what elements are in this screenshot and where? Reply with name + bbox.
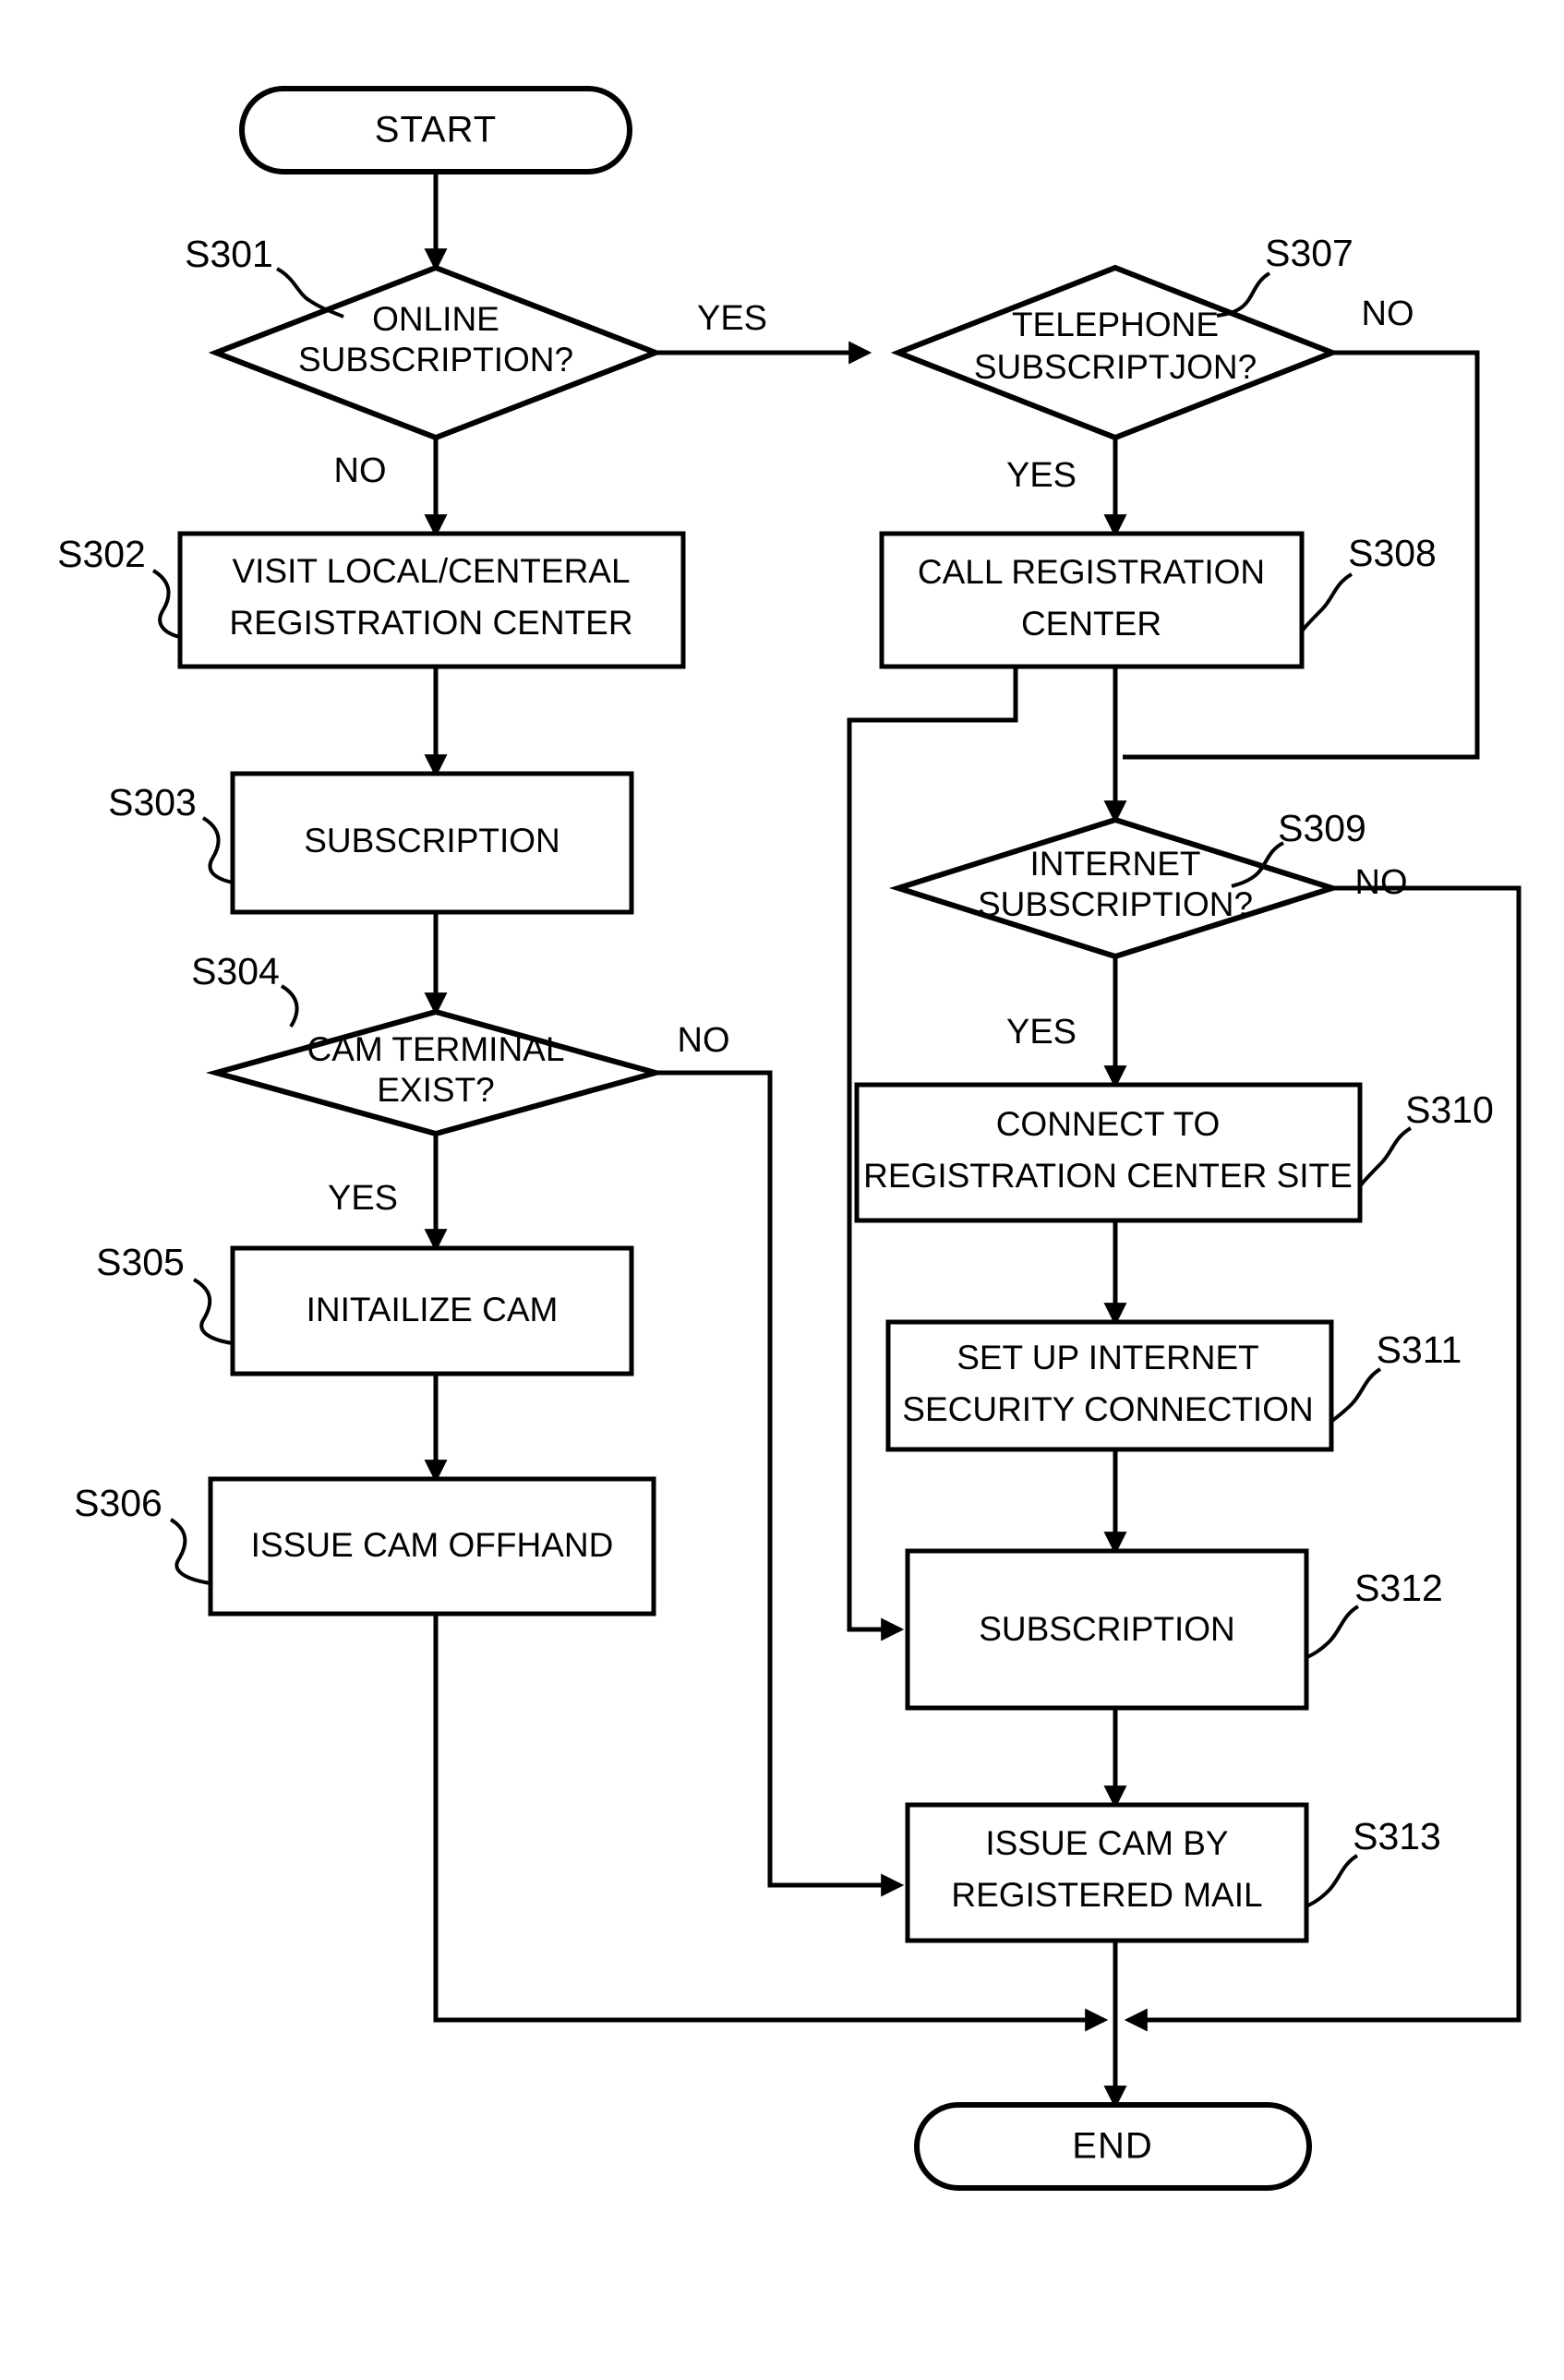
s312-leader-line xyxy=(1306,1605,1360,1659)
node-s305: INITAILIZE CAM S305 xyxy=(96,1241,634,1376)
s307-step-id: S307 xyxy=(1265,232,1353,274)
s306-step-id: S306 xyxy=(74,1482,162,1524)
edge-label-s301-no: NO xyxy=(334,451,387,490)
node-s309: INTERNET SUBSCRIPTION? S309 xyxy=(889,807,1366,960)
s311-label-line1: SET UP INTERNET xyxy=(956,1339,1259,1376)
edge-label-s304-no: NO xyxy=(678,1021,730,1060)
s312-step-id: S312 xyxy=(1354,1567,1443,1609)
s313-label-line1: ISSUE CAM BY xyxy=(985,1824,1228,1862)
node-end: END xyxy=(914,2102,1312,2191)
s308-label-line1: CALL REGISTRATION xyxy=(918,553,1265,591)
s305-label-line1: INITAILIZE CAM xyxy=(307,1291,559,1328)
s303-step-id: S303 xyxy=(108,781,197,823)
node-s304: CAM TERMINAL EXIST? S304 xyxy=(191,950,667,1137)
s313-leader-line xyxy=(1305,1854,1359,1908)
s311-label-line2: SECURITY CONNECTION xyxy=(902,1390,1313,1428)
node-s307: TELEPHONE SUBSCRIPTJON? S307 xyxy=(890,232,1353,441)
s304-step-id: S304 xyxy=(191,950,280,992)
s307-label-line1: TELEPHONE xyxy=(1012,306,1219,343)
s308-leader-line xyxy=(1300,572,1353,633)
s302-step-id: S302 xyxy=(57,533,146,575)
s309-label-line2: SUBSCRIPTION? xyxy=(978,885,1253,923)
node-s313: ISSUE CAM BY REGISTERED MAIL S313 xyxy=(905,1802,1441,1943)
node-s303: SUBSCRIPTION S303 xyxy=(108,771,634,915)
s302-leader-line xyxy=(151,569,181,639)
s309-step-id: S309 xyxy=(1278,807,1366,849)
s302-label-line1: VISIT LOCAL/CENTERAL xyxy=(232,552,630,590)
s308-step-id: S308 xyxy=(1348,532,1437,574)
node-s308: CALL REGISTRATION CENTER S308 xyxy=(879,531,1437,669)
s301-label-line2: SUBSCRIPTION? xyxy=(298,341,573,379)
node-start: START xyxy=(239,86,632,174)
s309-label-line1: INTERNET xyxy=(1030,845,1201,883)
flowchart-canvas: START ONLINE SUBSCRIPTION? S301 YES NO V… xyxy=(57,86,1522,2191)
node-s312: SUBSCRIPTION S312 xyxy=(905,1548,1443,1711)
edge-label-s309-no: NO xyxy=(1355,863,1408,902)
s303-label-line1: SUBSCRIPTION xyxy=(304,822,560,859)
s306-leader-line xyxy=(169,1518,211,1585)
node-s306: ISSUE CAM OFFHAND S306 xyxy=(74,1476,656,1617)
s312-label-line1: SUBSCRIPTION xyxy=(979,1610,1235,1648)
s304-label-line2: EXIST? xyxy=(377,1071,495,1109)
edge-label-s307-yes: YES xyxy=(1006,456,1077,495)
node-s302: VISIT LOCAL/CENTERAL REGISTRATION CENTER… xyxy=(57,531,686,669)
s311-leader-line xyxy=(1330,1367,1382,1423)
node-s301: ONLINE SUBSCRIPTION? S301 xyxy=(185,233,664,441)
s310-step-id: S310 xyxy=(1405,1088,1494,1131)
s308-label-line2: CENTER xyxy=(1021,605,1161,643)
s301-label-line1: ONLINE xyxy=(372,300,499,338)
s310-label-line2: REGISTRATION CENTER SITE xyxy=(863,1157,1353,1195)
end-terminal-label: END xyxy=(1072,2126,1152,2167)
start-terminal-label: START xyxy=(375,110,497,150)
edge-label-s304-yes: YES xyxy=(328,1179,398,1218)
s310-label-line1: CONNECT TO xyxy=(996,1105,1221,1143)
s304-label-line1: CAM TERMINAL xyxy=(307,1030,565,1068)
s307-label-line2: SUBSCRIPTJON? xyxy=(974,348,1257,386)
node-s311: SET UP INTERNET SECURITY CONNECTION S311 xyxy=(885,1319,1462,1452)
edge-label-s309-yes: YES xyxy=(1006,1013,1077,1052)
s304-leader-line xyxy=(280,984,299,1028)
s305-leader-line xyxy=(192,1278,234,1345)
edge-label-s301-yes: YES xyxy=(697,299,767,338)
s302-label-line2: REGISTRATION CENTER xyxy=(229,604,632,642)
flowchart-figure: START ONLINE SUBSCRIPTION? S301 YES NO V… xyxy=(0,0,1564,2380)
s301-step-id: S301 xyxy=(185,233,273,275)
s313-step-id: S313 xyxy=(1353,1815,1441,1857)
s310-leader-line xyxy=(1358,1126,1413,1188)
s313-label-line2: REGISTERED MAIL xyxy=(951,1876,1262,1914)
s303-leader-line xyxy=(201,816,234,884)
node-s310: CONNECT TO REGISTRATION CENTER SITE S310 xyxy=(854,1082,1494,1223)
s306-label-line1: ISSUE CAM OFFHAND xyxy=(251,1526,614,1564)
edge-label-s307-no: NO xyxy=(1362,294,1414,333)
s305-step-id: S305 xyxy=(96,1241,185,1283)
s311-step-id: S311 xyxy=(1377,1328,1462,1371)
